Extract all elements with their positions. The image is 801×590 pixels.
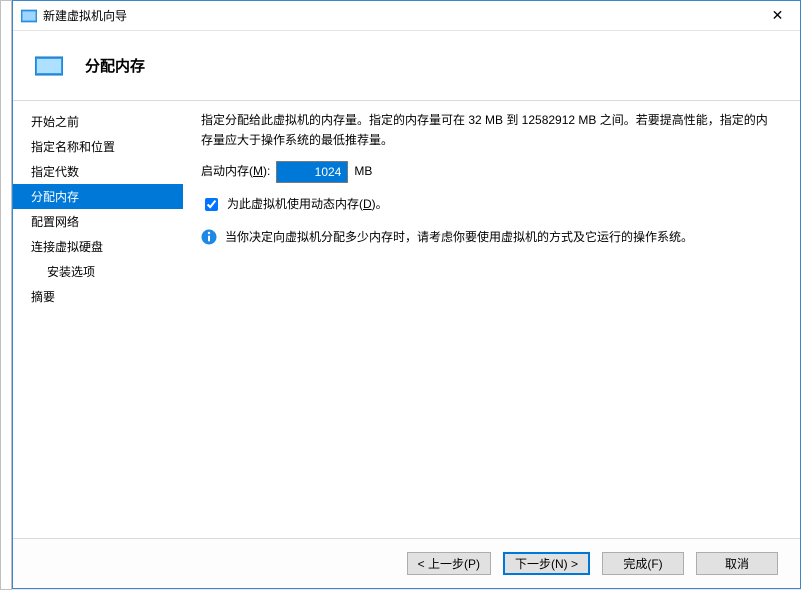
close-icon: ✕ [772, 7, 784, 24]
memory-description: 指定分配给此虚拟机的内存量。指定的内存量可在 32 MB 到 12582912 … [201, 111, 778, 151]
dynamic-memory-row: 为此虚拟机使用动态内存(D)。 [201, 195, 778, 215]
step-assign-memory[interactable]: 分配内存 [13, 184, 183, 209]
step-install-options[interactable]: 安装选项 [13, 259, 183, 284]
wizard-header: 分配内存 [13, 31, 800, 101]
step-name-location[interactable]: 指定名称和位置 [13, 134, 183, 159]
window-title: 新建虚拟机向导 [43, 7, 755, 24]
step-before-begin[interactable]: 开始之前 [13, 109, 183, 134]
info-text: 当你决定向虚拟机分配多少内存时，请考虑你要使用虚拟机的方式及它运行的操作系统。 [225, 228, 693, 248]
wizard-window: 新建虚拟机向导 ✕ 分配内存 开始之前 指定名称和位置 指定代数 分配内存 配置… [12, 0, 801, 589]
titlebar: 新建虚拟机向导 ✕ [13, 1, 800, 31]
memory-unit-label: MB [354, 162, 372, 182]
startup-memory-label: 启动内存(M): [201, 162, 270, 182]
page-title: 分配内存 [85, 55, 145, 76]
info-row: 当你决定向虚拟机分配多少内存时，请考虑你要使用虚拟机的方式及它运行的操作系统。 [201, 228, 778, 248]
dynamic-memory-checkbox[interactable] [205, 198, 218, 211]
step-connect-vhd[interactable]: 连接虚拟硬盘 [13, 234, 183, 259]
info-icon [201, 229, 217, 245]
app-icon [21, 8, 37, 24]
header-icon [35, 55, 63, 77]
startup-memory-row: 启动内存(M): MB [201, 161, 778, 183]
cancel-button[interactable]: 取消 [696, 552, 778, 575]
wizard-body: 开始之前 指定名称和位置 指定代数 分配内存 配置网络 连接虚拟硬盘 安装选项 … [13, 101, 800, 538]
wizard-footer: < 上一步(P) 下一步(N) > 完成(F) 取消 [13, 538, 800, 588]
startup-memory-input[interactable] [276, 161, 348, 183]
close-button[interactable]: ✕ [755, 1, 800, 30]
step-summary[interactable]: 摘要 [13, 284, 183, 309]
wizard-steps: 开始之前 指定名称和位置 指定代数 分配内存 配置网络 连接虚拟硬盘 安装选项 … [13, 101, 183, 538]
dynamic-memory-label: 为此虚拟机使用动态内存(D)。 [227, 195, 388, 215]
wizard-content: 指定分配给此虚拟机的内存量。指定的内存量可在 32 MB 到 12582912 … [183, 101, 800, 538]
prev-button[interactable]: < 上一步(P) [407, 552, 491, 575]
step-config-network[interactable]: 配置网络 [13, 209, 183, 234]
step-generation[interactable]: 指定代数 [13, 159, 183, 184]
next-button[interactable]: 下一步(N) > [503, 552, 590, 575]
finish-button[interactable]: 完成(F) [602, 552, 684, 575]
